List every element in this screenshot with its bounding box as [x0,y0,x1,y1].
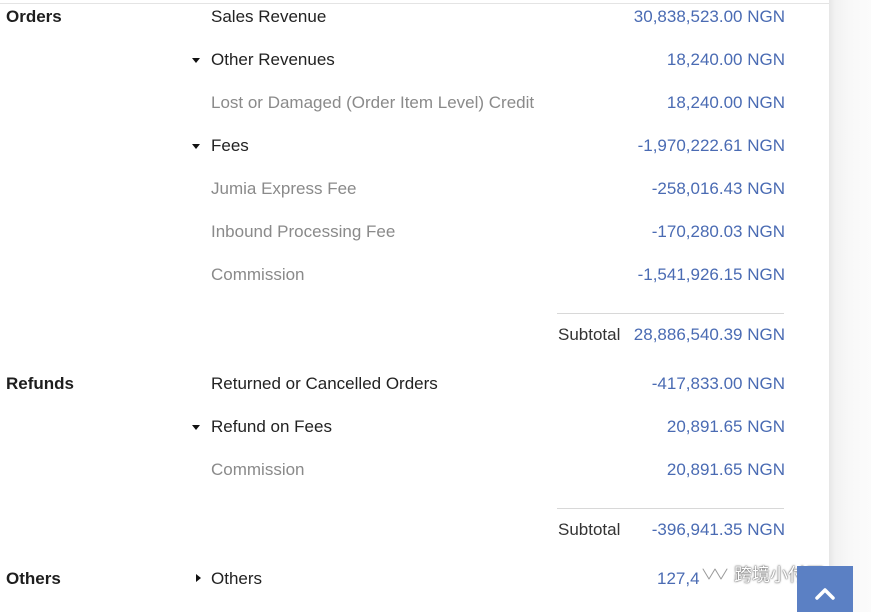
refund-on-fees-value: 20,891.65 NGN [666,417,785,436]
top-divider [0,3,871,4]
caret-down-icon[interactable] [192,58,200,63]
sales-revenue-label: Sales Revenue [211,7,327,26]
commission-label: Commission [211,265,305,284]
jumia-express-fee-value: -258,016.43 NGN [651,179,785,198]
others-value: 127,4 [657,569,700,588]
refund-commission-label: Commission [211,460,305,479]
returned-cancelled-label: Returned or Cancelled Orders [211,374,438,393]
subtotal-divider [557,508,784,509]
section-label-others: Others [6,569,61,588]
refunds-subtotal-value: -396,941.35 NGN [651,520,785,539]
sales-revenue-value: 30,838,523.00 NGN [633,7,785,26]
caret-down-icon[interactable] [192,425,200,430]
other-revenues-value: 18,240.00 NGN [666,50,785,69]
fees-toggle[interactable]: Fees [211,136,249,156]
inbound-processing-fee-value: -170,280.03 NGN [651,222,785,241]
commission-value: -1,541,926.15 NGN [637,265,785,284]
wechat-channel-icon [700,563,730,585]
returned-cancelled-value: -417,833.00 NGN [651,374,785,393]
lost-damaged-credit-value: 18,240.00 NGN [666,93,785,112]
fees-value: -1,970,222.61 NGN [637,136,785,155]
caret-down-icon[interactable] [192,144,200,149]
section-label-refunds: Refunds [6,374,74,393]
other-revenues-toggle[interactable]: Other Revenues [211,50,335,70]
caret-right-icon[interactable] [196,574,201,582]
right-panel-edge [829,0,871,612]
orders-subtotal-value: 28,886,540.39 NGN [633,325,785,344]
section-label-orders: Orders [6,7,62,26]
refund-on-fees-toggle[interactable]: Refund on Fees [211,417,332,437]
refund-commission-value: 20,891.65 NGN [666,460,785,479]
scroll-to-top-button[interactable] [797,566,853,612]
inbound-processing-fee-label: Inbound Processing Fee [211,222,396,241]
others-toggle[interactable]: Others [211,569,262,589]
subtotal-divider [557,313,784,314]
jumia-express-fee-label: Jumia Express Fee [211,179,357,198]
chevron-up-icon [815,588,835,600]
